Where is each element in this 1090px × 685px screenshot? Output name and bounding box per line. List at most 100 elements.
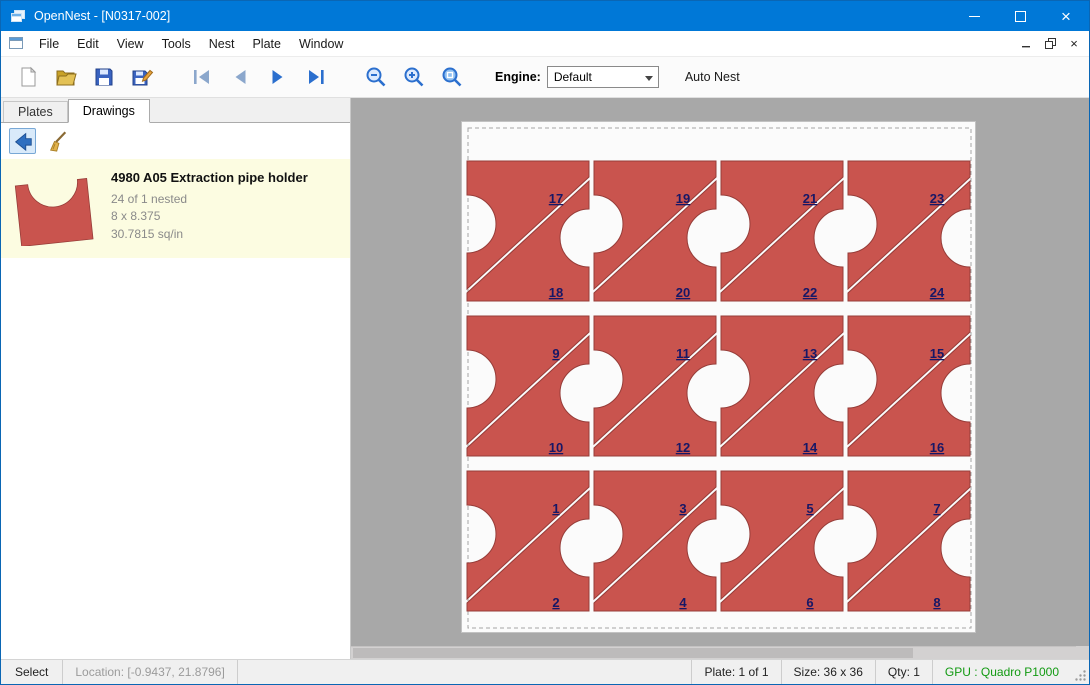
save-icon	[92, 65, 116, 89]
drawings-toolbar	[1, 123, 350, 159]
new-icon	[16, 65, 40, 89]
new-button[interactable]	[9, 60, 47, 94]
document-icon	[8, 36, 24, 51]
clean-icon	[47, 130, 69, 152]
part-number-8: 8	[933, 595, 940, 610]
part-number-7: 7	[933, 501, 940, 516]
flip-part-icon	[12, 130, 34, 152]
mdi-minimize-icon[interactable]	[1014, 33, 1038, 55]
save-edit-icon	[130, 65, 154, 89]
menu-plate[interactable]: Plate	[243, 32, 290, 56]
status-plate: Plate: 1 of 1	[691, 660, 780, 684]
part-number-13: 13	[803, 346, 817, 361]
menu-file[interactable]: File	[30, 32, 68, 56]
chevron-down-icon	[645, 76, 653, 81]
part-thumbnail	[13, 168, 95, 246]
part-number-22: 22	[803, 285, 817, 300]
zoom-out-button[interactable]	[357, 60, 395, 94]
tab-plates[interactable]: Plates	[3, 101, 68, 122]
scrollbar-corner	[1076, 646, 1089, 659]
tab-drawings[interactable]: Drawings	[68, 99, 150, 123]
part-number-24: 24	[930, 285, 945, 300]
last-plate-icon	[304, 65, 328, 89]
plate-sheet[interactable]: 171819202122232491011121314151612345678	[461, 121, 976, 633]
status-size: Size: 36 x 36	[781, 660, 875, 684]
maximize-icon[interactable]	[997, 1, 1043, 31]
horizontal-scrollbar[interactable]	[351, 646, 1089, 659]
part-number-15: 15	[930, 346, 944, 361]
menu-nest[interactable]: Nest	[200, 32, 244, 56]
part-number-23: 23	[930, 191, 944, 206]
zoom-in-button[interactable]	[395, 60, 433, 94]
status-gpu: GPU : Quadro P1000	[932, 660, 1071, 684]
drawing-area: 30.7815 sq/in	[111, 226, 308, 243]
menu-bar: File Edit View Tools Nest Plate Window ×	[1, 31, 1089, 57]
save-button[interactable]	[85, 60, 123, 94]
zoom-fit-button[interactable]	[433, 60, 471, 94]
part-number-20: 20	[676, 285, 690, 300]
app-icon	[10, 8, 26, 24]
nest-canvas[interactable]: 171819202122232491011121314151612345678	[351, 98, 1089, 659]
previous-plate-button[interactable]	[221, 60, 259, 94]
zoom-out-icon	[364, 65, 388, 89]
part-number-19: 19	[676, 191, 690, 206]
part-number-21: 21	[803, 191, 817, 206]
drawing-size: 8 x 8.375	[111, 208, 308, 225]
part-number-2: 2	[552, 595, 559, 610]
close-icon[interactable]: ×	[1043, 1, 1089, 31]
status-mode: Select	[1, 660, 63, 684]
part-number-5: 5	[806, 501, 813, 516]
part-number-10: 10	[549, 440, 563, 455]
engine-value: Default	[554, 70, 592, 84]
first-plate-icon	[190, 65, 214, 89]
part-number-6: 6	[806, 595, 813, 610]
minimize-icon[interactable]	[951, 1, 997, 31]
side-panel: Plates Drawings	[1, 98, 351, 659]
app-window: OpenNest - [N0317-002] × File Edit View …	[0, 0, 1090, 685]
zoom-in-icon	[402, 65, 426, 89]
menu-tools[interactable]: Tools	[153, 32, 200, 56]
open-icon	[54, 65, 78, 89]
engine-label: Engine:	[495, 70, 541, 84]
part-number-14: 14	[803, 440, 818, 455]
status-location: Location: [-0.9437, 21.8796]	[63, 660, 237, 684]
part-number-11: 11	[676, 346, 690, 361]
part-number-12: 12	[676, 440, 690, 455]
horizontal-scrollbar-thumb[interactable]	[353, 648, 913, 658]
plate-svg: 171819202122232491011121314151612345678	[462, 122, 977, 634]
drawing-title: 4980 A05 Extraction pipe holder	[111, 170, 308, 185]
main-toolbar: Engine: Default Auto Nest	[1, 57, 1089, 98]
engine-select[interactable]: Default	[547, 66, 659, 88]
status-qty: Qty: 1	[875, 660, 932, 684]
part-number-9: 9	[552, 346, 559, 361]
title-bar: OpenNest - [N0317-002] ×	[1, 1, 1089, 31]
window-title: OpenNest - [N0317-002]	[34, 9, 170, 23]
zoom-fit-icon	[440, 65, 464, 89]
previous-plate-icon	[228, 65, 252, 89]
next-plate-button[interactable]	[259, 60, 297, 94]
part-number-1: 1	[552, 501, 559, 516]
last-plate-button[interactable]	[297, 60, 335, 94]
tab-strip: Plates Drawings	[1, 98, 350, 123]
part-number-3: 3	[679, 501, 686, 516]
part-number-18: 18	[549, 285, 563, 300]
clean-button[interactable]	[44, 128, 71, 154]
part-number-17: 17	[549, 191, 563, 206]
part-number-16: 16	[930, 440, 944, 455]
resize-grip-icon[interactable]	[1071, 660, 1089, 684]
next-plate-icon	[266, 65, 290, 89]
menu-edit[interactable]: Edit	[68, 32, 108, 56]
open-button[interactable]	[47, 60, 85, 94]
save-edit-button[interactable]	[123, 60, 161, 94]
part-number-4: 4	[679, 595, 687, 610]
auto-nest-label[interactable]: Auto Nest	[685, 70, 740, 84]
status-bar: Select Location: [-0.9437, 21.8796] Plat…	[1, 659, 1089, 684]
flip-part-button[interactable]	[9, 128, 36, 154]
menu-view[interactable]: View	[108, 32, 153, 56]
first-plate-button[interactable]	[183, 60, 221, 94]
menu-window[interactable]: Window	[290, 32, 352, 56]
drawing-list-item[interactable]: 4980 A05 Extraction pipe holder 24 of 1 …	[1, 159, 350, 258]
mdi-close-icon[interactable]: ×	[1062, 33, 1086, 55]
mdi-restore-icon[interactable]	[1038, 33, 1062, 55]
drawing-nested-count: 24 of 1 nested	[111, 191, 308, 208]
